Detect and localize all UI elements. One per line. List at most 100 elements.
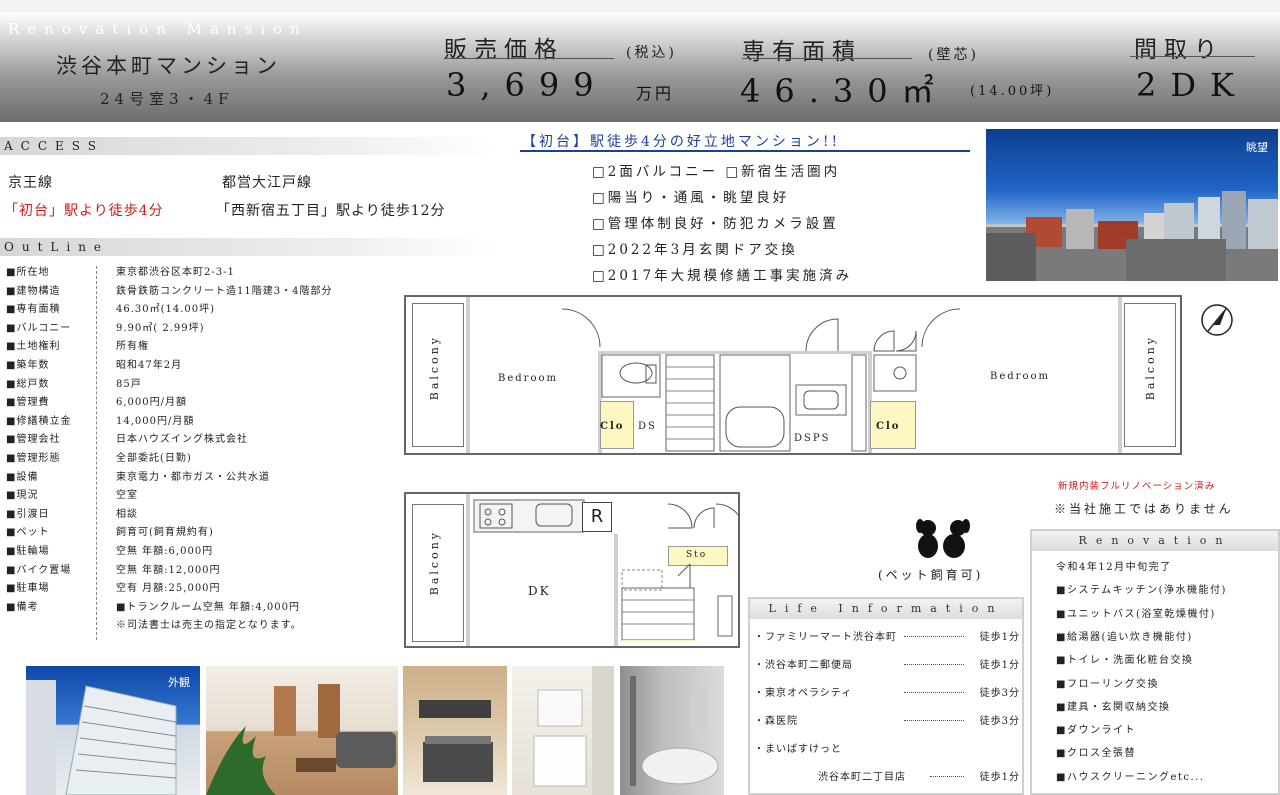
wet-area-drawing (601, 354, 867, 452)
life-info-distance: 徒歩3分 (979, 688, 1020, 699)
outline-row-label: ■総戸数 (6, 378, 50, 390)
outline-row-value: 空無 年額:12,000円 (116, 564, 221, 576)
area-tsubo: (14.00坪) (970, 84, 1055, 99)
renovation-item: ■フローリング交換 (1056, 678, 1159, 690)
balcony-label: Balcony (428, 335, 441, 401)
life-info-item: ・東京オペラシティ 徒歩3分 (754, 684, 1020, 702)
outline-row-label: ■現況 (6, 490, 39, 502)
outline-row-value: 日本ハウズイング株式会社 (116, 434, 248, 446)
outline-row-label: ■専有面積 (6, 304, 61, 316)
refrigerator-marker: R (582, 502, 612, 532)
outline-row: ■修繕積立金 14,000円/月額 (6, 413, 416, 432)
outline-row-value: 相談 (116, 508, 138, 520)
promo-underline (520, 150, 970, 152)
floorplan-upper: Balcony Balcony Bedroom Bedroom Clo DS C… (404, 295, 1182, 455)
life-info-name: ・ファミリーマート渋谷本町 (754, 632, 897, 643)
price-value: 3,699 (446, 66, 608, 104)
compass-icon (1201, 304, 1233, 336)
renovation-item: ■トイレ・洗面化粧台交換 (1056, 655, 1194, 667)
outline-table: ■所在地 東京都渋谷区本町2-3-1 ■建物構造 鉄骨鉄筋コンクリート造11階建3・4… (6, 264, 416, 644)
bathroom-photo (620, 666, 724, 795)
stairs-entry (621, 503, 738, 642)
outline-row: ■駐輪場 空無 年額:6,000円 (6, 543, 416, 562)
outline-row-value: ■トランクルーム空無 年額:4,000円 (116, 601, 301, 613)
living-room-photo (206, 666, 398, 795)
outline-row-label: ■バルコニー (6, 322, 72, 334)
outline-row-label: ■設備 (6, 471, 39, 483)
life-info-leader (904, 636, 964, 637)
price-underline (444, 58, 614, 59)
layout-value: 2DK (1136, 66, 1248, 104)
view-photo-skyline (986, 191, 1278, 281)
floorplan-lower: Balcony R DK Sto (404, 492, 740, 648)
washroom-photo (512, 666, 614, 795)
view-photo-caption: 眺望 (1246, 141, 1268, 154)
outline-row-label: ■築年数 (6, 360, 50, 371)
bathroom-drawing (630, 676, 719, 786)
outline-row-value: 全部委託(日勤) (116, 453, 192, 464)
outline-row-label: ■管理形態 (6, 453, 61, 464)
life-info-distance: 徒歩1分 (979, 660, 1020, 671)
area-label: 専有面積 (742, 39, 862, 65)
outline-row-value: 9.90㎡( 2.99坪) (116, 322, 205, 334)
outline-row: ■総戸数 85戸 (6, 376, 416, 395)
kitchen-photo (403, 666, 507, 795)
renovation-item: ■ユニットバス(浴室乾燥機付) (1056, 608, 1216, 620)
access-line1-name: 京王線 (8, 175, 53, 191)
life-info-item: ・森医院 徒歩3分 (754, 712, 1020, 730)
promo-title: 【初台】駅徒歩4分の好立地マンション!! (522, 134, 841, 150)
area-note: (壁芯) (928, 47, 979, 63)
life-info-item: 渋谷本町二丁目店 徒歩1分 (754, 768, 1020, 786)
header-topline (0, 0, 1280, 12)
kitchen-drawing (419, 700, 493, 782)
price-tax-note: (税込) (626, 45, 677, 61)
outline-row-label: ■土地権利 (6, 341, 61, 353)
life-info-distance: 徒歩1分 (979, 632, 1020, 643)
feature-item: □2022年3月玄関ドア交換 (592, 242, 798, 258)
pet-allowed-label: (ペット飼育可) (878, 568, 984, 582)
layout-underline (1130, 56, 1255, 57)
outline-row-value: 昭和47年2月 (116, 360, 183, 371)
outline-row: ■建物構造 鉄骨鉄筋コンクリート造11階建3・4階部分 (6, 283, 416, 302)
outline-row: ■ペット 飼育可(飼育規約有) (6, 524, 416, 543)
life-info-list: ・ファミリーマート渋谷本町 徒歩1分 ・渋谷本町二郵便局 徒歩1分 ・東京オペラシティ徒… (754, 628, 1020, 790)
not-own-construction-note: ※当社施工ではありません (1054, 502, 1234, 516)
outline-section-title: OutLine (0, 238, 494, 256)
outline-row: ■現況 空室 (6, 487, 416, 506)
outline-row: ■管理会社 日本ハウズイング株式会社 (6, 431, 416, 450)
balcony-label: Balcony (1144, 335, 1157, 401)
life-info-name: ・渋谷本町二郵便局 (754, 660, 853, 671)
outline-row-value: 46.30㎡(14.00坪) (116, 304, 216, 316)
feature-item: □管理体制良好・防犯カメラ設置 (592, 216, 839, 232)
exterior-photo: 外観 (26, 666, 200, 795)
outline-row: ■引渡日 相談 (6, 506, 416, 525)
outline-row-label: ■駐輪場 (6, 546, 50, 557)
bedroom-left-label: Bedroom (498, 373, 558, 384)
outline-row-label: ■管理費 (6, 397, 50, 409)
access-line1-station: 「初台」駅より徒歩4分 (4, 203, 164, 219)
outline-row-label: ■備考 (6, 601, 39, 613)
renovation-item: 令和4年12月中旬完了 (1056, 562, 1172, 573)
dk-label: DK (528, 584, 551, 598)
outline-row-label: ■ペット (6, 527, 50, 539)
life-info-title: Life Information (750, 599, 1022, 619)
outline-row-value: 鉄骨鉄筋コンクリート造11階建3・4階部分 (116, 285, 333, 297)
renovation-item: ■給湯器(追い炊き機能付) (1056, 631, 1193, 643)
feature-item: □2面バルコニー □新宿生活圏内 (592, 164, 841, 180)
washroom-drawing (533, 666, 614, 795)
outline-row-value: 14,000円/月額 (116, 415, 195, 427)
outline-row: ※司法書士は売主の指定となります。 (6, 617, 416, 636)
outline-row-value: 6,000円/月額 (116, 397, 187, 409)
room-number: 24号室3・4F (100, 90, 234, 108)
outline-row-label: ■管理会社 (6, 434, 61, 446)
life-info-distance: 徒歩3分 (979, 716, 1020, 727)
renovation-item: ■建具・玄関収納交換 (1056, 701, 1171, 713)
renovation-item: ■クロス全張替 (1056, 748, 1136, 760)
outline-row-value: ※司法書士は売主の指定となります。 (116, 620, 302, 632)
life-info-leader (930, 776, 964, 777)
renovation-title: Renovation (1032, 531, 1278, 551)
life-info-name: ・森医院 (754, 716, 798, 727)
door-mid (805, 318, 839, 352)
outline-row-value: 飼育可(飼育規約有) (116, 527, 214, 539)
outline-row-label: ■所在地 (6, 267, 50, 278)
